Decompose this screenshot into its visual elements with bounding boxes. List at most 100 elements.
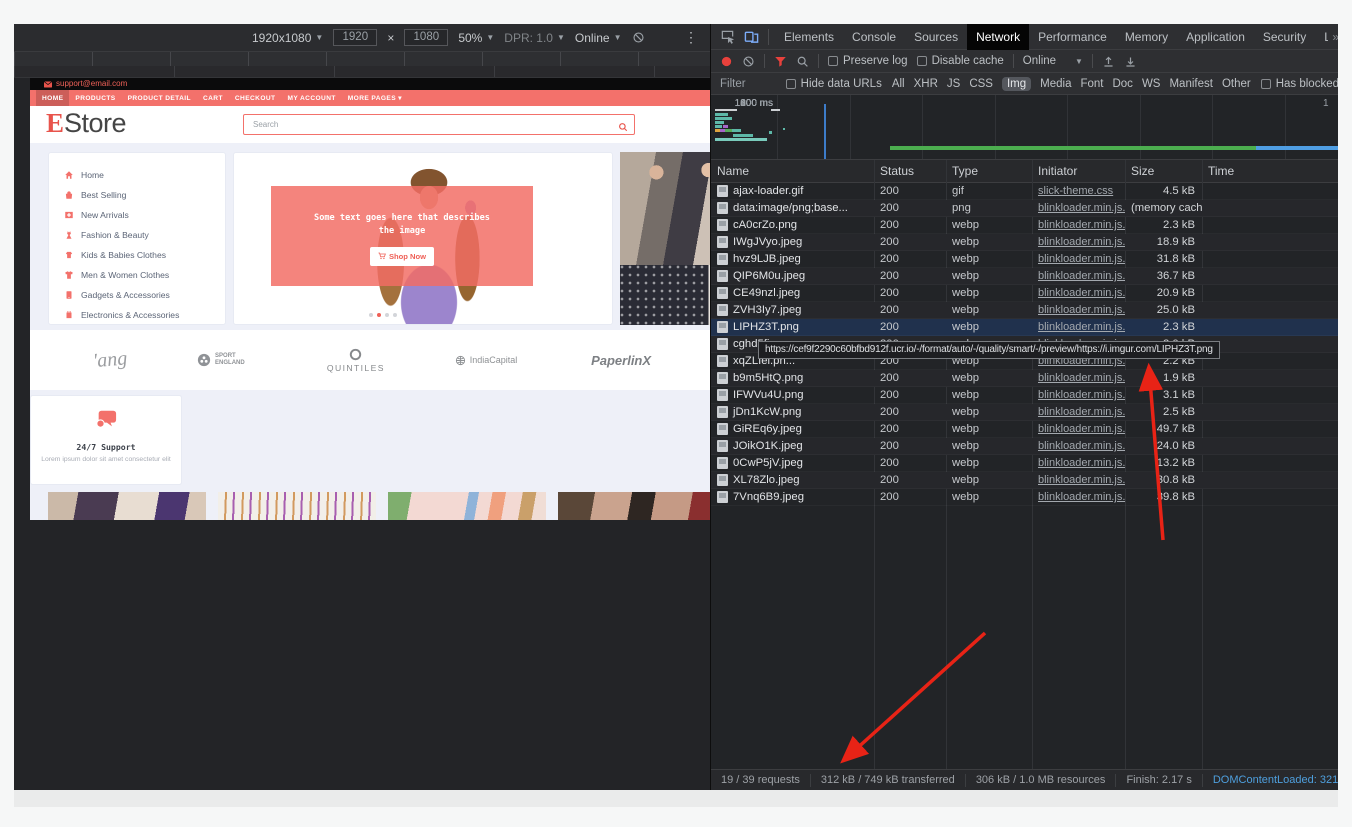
devtools-tab[interactable]: Elements bbox=[775, 24, 843, 50]
column-header[interactable]: Type bbox=[946, 164, 1032, 178]
checkbox-icon[interactable] bbox=[917, 56, 927, 66]
devtools-tab[interactable]: Network bbox=[967, 24, 1029, 50]
search-network-icon[interactable] bbox=[796, 55, 809, 68]
brand-logo[interactable]: PaperlinX bbox=[587, 353, 651, 368]
request-initiator-link[interactable]: blinkloader.min.js... bbox=[1038, 236, 1125, 248]
devtools-tab[interactable]: Console bbox=[843, 24, 905, 50]
request-initiator-link[interactable]: blinkloader.min.js... bbox=[1038, 491, 1125, 503]
brand-logo[interactable]: QUINTILES bbox=[327, 348, 385, 373]
type-filter[interactable]: CSS bbox=[969, 78, 993, 90]
column-header[interactable]: Status bbox=[874, 164, 946, 178]
sidebar-category-item[interactable]: Gadgets & Accessories bbox=[49, 285, 225, 305]
device-toolbar-icon[interactable] bbox=[744, 29, 759, 44]
request-initiator-link[interactable]: blinkloader.min.js... bbox=[1038, 440, 1125, 452]
request-initiator-link[interactable]: blinkloader.min.js... bbox=[1038, 474, 1125, 486]
network-overview-timeline[interactable]: 200 ms400 ms600 ms800 ms1000 ms1200 ms14… bbox=[711, 95, 1338, 160]
nav-item[interactable]: PRODUCTS bbox=[69, 90, 121, 106]
fashion-photo-top[interactable] bbox=[620, 152, 710, 265]
category-photo-shopping[interactable] bbox=[48, 492, 206, 520]
request-row[interactable]: CE49nzl.jpeg 200 webp blinkloader.min.js… bbox=[711, 285, 1338, 302]
inspect-element-icon[interactable] bbox=[720, 29, 735, 44]
column-header[interactable]: Initiator bbox=[1032, 164, 1125, 178]
brand-logo[interactable]: 'ang bbox=[88, 347, 128, 373]
shop-now-button[interactable]: Shop Now bbox=[370, 247, 434, 266]
type-filter[interactable]: WS bbox=[1142, 78, 1161, 90]
checkbox-icon[interactable] bbox=[828, 56, 838, 66]
devtools-tab[interactable]: Memory bbox=[1116, 24, 1177, 50]
block-icon[interactable] bbox=[632, 31, 645, 44]
devtools-tab[interactable]: Application bbox=[1177, 24, 1254, 50]
nav-item[interactable]: MY ACCOUNT bbox=[281, 90, 341, 106]
brand-logo[interactable]: IndiaCapital bbox=[455, 355, 518, 366]
request-initiator-link[interactable]: blinkloader.min.js... bbox=[1038, 253, 1125, 265]
request-row[interactable]: ajax-loader.gif 200 gif slick-theme.css … bbox=[711, 183, 1338, 200]
support-email[interactable]: support@email.com bbox=[56, 78, 127, 90]
throttling-select[interactable]: Online ▼ bbox=[1023, 55, 1083, 67]
column-header[interactable]: Size bbox=[1125, 164, 1202, 178]
hide-data-urls-checkbox[interactable]: Hide data URLs bbox=[786, 78, 882, 90]
more-tabs-icon[interactable]: » bbox=[1328, 30, 1338, 44]
nav-item[interactable]: HOME bbox=[36, 90, 69, 106]
request-initiator-link[interactable]: blinkloader.min.js... bbox=[1038, 389, 1125, 401]
more-options-icon[interactable]: ⋮ bbox=[684, 29, 698, 46]
request-row[interactable]: GiREq6y.jpeg 200 webp blinkloader.min.js… bbox=[711, 421, 1338, 438]
network-throttle-select[interactable]: Online▼ bbox=[575, 31, 622, 45]
nav-item[interactable]: CART bbox=[197, 90, 229, 106]
request-row[interactable]: IFWVu4U.png 200 webp blinkloader.min.js.… bbox=[711, 387, 1338, 404]
checkbox-icon[interactable] bbox=[786, 79, 796, 89]
request-row[interactable]: jDn1KcW.png 200 webp blinkloader.min.js.… bbox=[711, 404, 1338, 421]
viewport-width-input[interactable]: 1920 bbox=[333, 29, 377, 46]
fashion-photo-bottom[interactable] bbox=[620, 265, 710, 325]
export-har-icon[interactable] bbox=[1124, 55, 1137, 68]
carousel-dots[interactable] bbox=[234, 313, 532, 317]
sidebar-category-item[interactable]: Best Selling bbox=[49, 185, 225, 205]
devtools-tab[interactable]: Security bbox=[1254, 24, 1315, 50]
nav-item[interactable]: MORE PAGES ▾ bbox=[342, 90, 408, 106]
import-har-icon[interactable] bbox=[1102, 55, 1115, 68]
device-preset-select[interactable]: 1920x1080▼ bbox=[252, 31, 323, 45]
type-filter[interactable]: Other bbox=[1222, 78, 1251, 90]
request-initiator-link[interactable]: blinkloader.min.js... bbox=[1038, 321, 1125, 333]
sidebar-category-item[interactable]: Kids & Babies Clothes bbox=[49, 245, 225, 265]
request-row[interactable]: hvz9LJB.jpeg 200 webp blinkloader.min.js… bbox=[711, 251, 1338, 268]
request-row[interactable]: cA0crZo.png 200 webp blinkloader.min.js.… bbox=[711, 217, 1338, 234]
sidebar-category-item[interactable]: Fashion & Beauty bbox=[49, 225, 225, 245]
type-filter[interactable]: JS bbox=[947, 78, 960, 90]
request-row[interactable]: JOikO1K.jpeg 200 webp blinkloader.min.js… bbox=[711, 438, 1338, 455]
category-photo-models[interactable] bbox=[558, 492, 710, 520]
request-initiator-link[interactable]: blinkloader.min.js... bbox=[1038, 270, 1125, 282]
request-initiator-link[interactable]: blinkloader.min.js... bbox=[1038, 406, 1125, 418]
search-icon[interactable] bbox=[618, 120, 628, 130]
type-filter[interactable]: Doc bbox=[1112, 78, 1132, 90]
request-row[interactable]: data:image/png;base... 200 png blinkload… bbox=[711, 200, 1338, 217]
request-row[interactable]: 7Vnq6B9.jpeg 200 webp blinkloader.min.js… bbox=[711, 489, 1338, 506]
search-input[interactable]: Search bbox=[243, 114, 635, 135]
type-filter[interactable]: Img bbox=[1002, 77, 1031, 91]
request-initiator-link[interactable]: slick-theme.css bbox=[1038, 185, 1113, 197]
disable-cache-checkbox[interactable]: Disable cache bbox=[917, 55, 1004, 67]
type-filter[interactable]: XHR bbox=[914, 78, 938, 90]
column-header[interactable]: Name bbox=[711, 164, 874, 178]
filter-funnel-icon[interactable] bbox=[774, 55, 787, 68]
request-row[interactable]: b9m5HtQ.png 200 webp blinkloader.min.js.… bbox=[711, 370, 1338, 387]
nav-item[interactable]: CHECKOUT bbox=[229, 90, 282, 106]
request-initiator-link[interactable]: blinkloader.min.js... bbox=[1038, 202, 1125, 214]
sidebar-category-item[interactable]: New Arrivals bbox=[49, 205, 225, 225]
sidebar-category-item[interactable]: Electronics & Accessories bbox=[49, 305, 225, 325]
request-initiator-link[interactable]: blinkloader.min.js... bbox=[1038, 372, 1125, 384]
preserve-log-checkbox[interactable]: Preserve log bbox=[828, 55, 908, 67]
request-row[interactable]: IWgJVyo.jpeg 200 webp blinkloader.min.js… bbox=[711, 234, 1338, 251]
request-initiator-link[interactable]: blinkloader.min.js... bbox=[1038, 423, 1125, 435]
type-filter[interactable]: All bbox=[892, 78, 905, 90]
nav-item[interactable]: PRODUCT DETAIL bbox=[122, 90, 197, 106]
devtools-tab[interactable]: Sources bbox=[905, 24, 967, 50]
request-initiator-link[interactable]: blinkloader.min.js... bbox=[1038, 304, 1125, 316]
type-filter[interactable]: Manifest bbox=[1169, 78, 1212, 90]
column-header[interactable]: Time bbox=[1202, 164, 1338, 178]
request-row[interactable]: XL78Zlo.jpeg 200 webp blinkloader.min.js… bbox=[711, 472, 1338, 489]
record-icon[interactable] bbox=[720, 55, 733, 68]
sidebar-category-item[interactable]: Men & Women Clothes bbox=[49, 265, 225, 285]
dpr-select[interactable]: DPR: 1.0▼ bbox=[504, 31, 565, 45]
viewport-height-input[interactable]: 1080 bbox=[404, 29, 448, 46]
request-row[interactable]: QIP6M0u.jpeg 200 webp blinkloader.min.js… bbox=[711, 268, 1338, 285]
